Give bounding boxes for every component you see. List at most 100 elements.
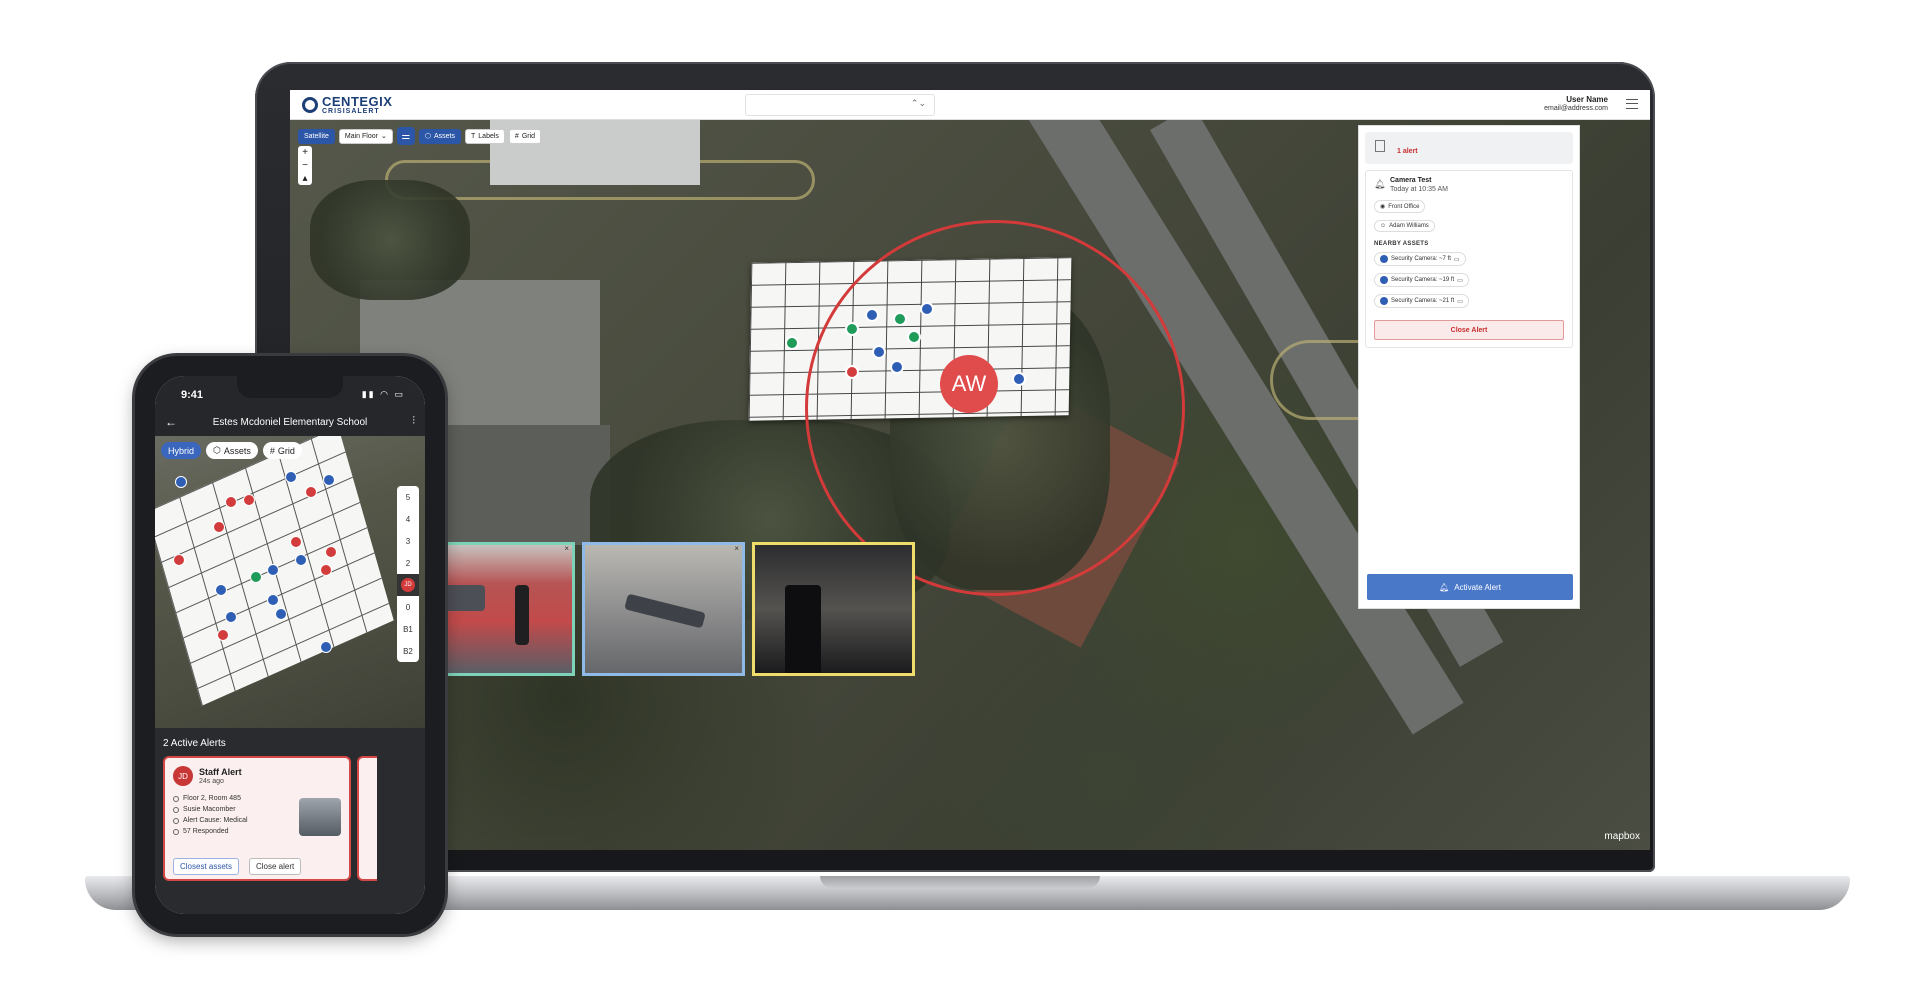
assets-toggle-button[interactable]: ⬡ Assets bbox=[418, 128, 461, 144]
alert-title: Camera Test bbox=[1390, 177, 1432, 184]
floor-option[interactable]: B1 bbox=[397, 618, 419, 640]
nearby-asset-item[interactable]: Security Camera: ~19 ft ▭ bbox=[1374, 273, 1469, 287]
floor-option[interactable]: 5 bbox=[397, 486, 419, 508]
security-camera-pin[interactable] bbox=[323, 474, 335, 486]
map-toolbar: Satellite Main Floor ⌄ ⚌ ⬡ Assets T Labe… bbox=[298, 127, 542, 145]
floor-option[interactable]: 0 bbox=[397, 596, 419, 618]
mapbox-attribution: mapbox bbox=[1604, 831, 1640, 842]
floor-picker: 5 4 3 2 JD 0 B1 B2 bbox=[397, 486, 419, 662]
security-camera-pin[interactable] bbox=[285, 471, 297, 483]
alert-card[interactable]: 🔔︎ Camera Test Today at 10:35 AM ◉ Front… bbox=[1365, 170, 1573, 348]
close-icon[interactable]: × bbox=[904, 545, 909, 553]
medical-kit-pin[interactable] bbox=[213, 521, 225, 533]
security-camera-pin[interactable] bbox=[320, 641, 332, 653]
security-camera-pin[interactable] bbox=[175, 476, 187, 488]
hybrid-toggle-button[interactable]: Hybrid bbox=[161, 442, 202, 459]
phone-map-toolbar: Hybrid ⬡ Assets # Grid bbox=[161, 442, 302, 459]
phone-notch bbox=[237, 376, 343, 398]
filter-sliders-icon[interactable]: ⚌ bbox=[396, 127, 415, 145]
grid-toggle-button[interactable]: # Grid bbox=[262, 442, 302, 459]
security-camera-pin[interactable] bbox=[215, 584, 227, 596]
security-camera-pin[interactable] bbox=[295, 554, 307, 566]
security-camera-pin[interactable] bbox=[275, 608, 287, 620]
nearby-asset-item[interactable]: Security Camera: ~7 ft ▭ bbox=[1374, 252, 1466, 266]
medical-kit-pin[interactable] bbox=[290, 536, 302, 548]
alert-summary: 1 alert bbox=[1365, 132, 1573, 164]
alert-user-avatar[interactable]: AW bbox=[940, 355, 998, 413]
medical-kit-pin[interactable] bbox=[845, 365, 859, 379]
second-alert-card[interactable] bbox=[357, 756, 377, 881]
activate-alert-button[interactable]: 🔔︎ Activate Alert bbox=[1367, 574, 1573, 600]
close-alert-button[interactable]: Close Alert bbox=[1374, 320, 1564, 340]
person-icon bbox=[173, 806, 179, 813]
floor-user-avatar: JD bbox=[401, 578, 415, 592]
medical-kit-pin[interactable] bbox=[305, 486, 317, 498]
medical-kit-pin[interactable] bbox=[173, 554, 185, 566]
camera-icon bbox=[1380, 297, 1388, 305]
security-camera-pin[interactable] bbox=[267, 564, 279, 576]
security-camera-pin[interactable] bbox=[865, 308, 879, 322]
alert-person: Susie Macomber bbox=[183, 806, 236, 813]
closest-assets-button[interactable]: Closest assets bbox=[173, 858, 240, 875]
user-info[interactable]: User Name email@address.com bbox=[1544, 95, 1608, 113]
medical-kit-pin[interactable] bbox=[320, 564, 332, 576]
security-camera-pin[interactable] bbox=[890, 360, 904, 374]
chevron-down-icon: ⌄ bbox=[380, 133, 387, 140]
site-selector[interactable]: ⌃⌄ bbox=[745, 94, 935, 116]
floor-option-current[interactable]: JD bbox=[397, 574, 419, 596]
assets-toggle-button[interactable]: ⬡ Assets bbox=[206, 442, 258, 459]
camera-icon bbox=[1380, 255, 1388, 263]
user-name: User Name bbox=[1566, 95, 1608, 104]
security-camera-pin[interactable] bbox=[267, 594, 279, 606]
labels-label: Labels bbox=[478, 132, 499, 140]
medical-kit-pin[interactable] bbox=[325, 546, 337, 558]
camera-thumbnail[interactable] bbox=[299, 798, 341, 836]
map-building-roof bbox=[490, 110, 700, 185]
floor-option[interactable]: B2 bbox=[397, 640, 419, 662]
medical-kit-pin[interactable] bbox=[243, 494, 255, 506]
alert-cause-row: Alert Cause: Medical bbox=[173, 815, 248, 826]
map-trees bbox=[310, 180, 470, 300]
person-icon: ☺ bbox=[1380, 223, 1387, 229]
aed-pin[interactable] bbox=[250, 571, 262, 583]
close-alert-button[interactable]: Close alert bbox=[249, 858, 302, 875]
close-icon[interactable]: × bbox=[734, 545, 739, 553]
activate-alert-label: Activate Alert bbox=[1454, 582, 1501, 592]
floor-option[interactable]: 3 bbox=[397, 530, 419, 552]
floor-option[interactable]: 2 bbox=[397, 552, 419, 574]
filter-sliders-icon[interactable]: ⫶ bbox=[412, 415, 415, 428]
labels-toggle-button[interactable]: T Labels bbox=[465, 128, 505, 144]
grid-label: Grid bbox=[277, 445, 295, 456]
compass-icon[interactable]: ▴ bbox=[298, 172, 312, 185]
security-camera-pin[interactable] bbox=[1012, 372, 1026, 386]
security-camera-pin[interactable] bbox=[872, 345, 886, 359]
satellite-toggle-button[interactable]: Satellite bbox=[298, 128, 335, 144]
alert-responded-row: 57 Responded bbox=[173, 826, 248, 837]
nearby-asset-item[interactable]: Security Camera: ~21 ft ▭ bbox=[1374, 294, 1469, 308]
zoom-out-button[interactable]: − bbox=[298, 159, 312, 172]
floor-select[interactable]: Main Floor ⌄ bbox=[338, 128, 393, 144]
check-circle-icon bbox=[173, 817, 179, 824]
location-label: Front Office bbox=[1388, 203, 1420, 210]
assets-label: Assets bbox=[433, 132, 455, 140]
medical-kit-pin[interactable] bbox=[217, 629, 229, 641]
person-label: Adam Williams bbox=[1389, 223, 1429, 229]
building-icon bbox=[1375, 140, 1385, 152]
grid-toggle-button[interactable]: # Grid bbox=[508, 128, 542, 144]
video-icon: ▭ bbox=[1457, 298, 1463, 305]
security-camera-pin[interactable] bbox=[920, 302, 934, 316]
medical-kit-pin[interactable] bbox=[225, 496, 237, 508]
zoom-in-button[interactable]: + bbox=[298, 146, 312, 159]
aed-pin[interactable] bbox=[785, 336, 799, 350]
close-icon[interactable]: × bbox=[564, 545, 569, 553]
staff-alert-card[interactable]: JD Staff Alert 24s ago Floor 2, Room 485… bbox=[163, 756, 351, 881]
hamburger-menu-icon[interactable] bbox=[1626, 99, 1638, 109]
aed-pin[interactable] bbox=[893, 312, 907, 326]
aed-pin[interactable] bbox=[907, 330, 921, 344]
aed-pin[interactable] bbox=[845, 322, 859, 336]
check-circle-icon bbox=[173, 828, 179, 835]
floor-option[interactable]: 4 bbox=[397, 508, 419, 530]
camera-feed[interactable]: × bbox=[582, 542, 745, 676]
security-camera-pin[interactable] bbox=[225, 611, 237, 623]
camera-feed[interactable]: × bbox=[752, 542, 915, 676]
